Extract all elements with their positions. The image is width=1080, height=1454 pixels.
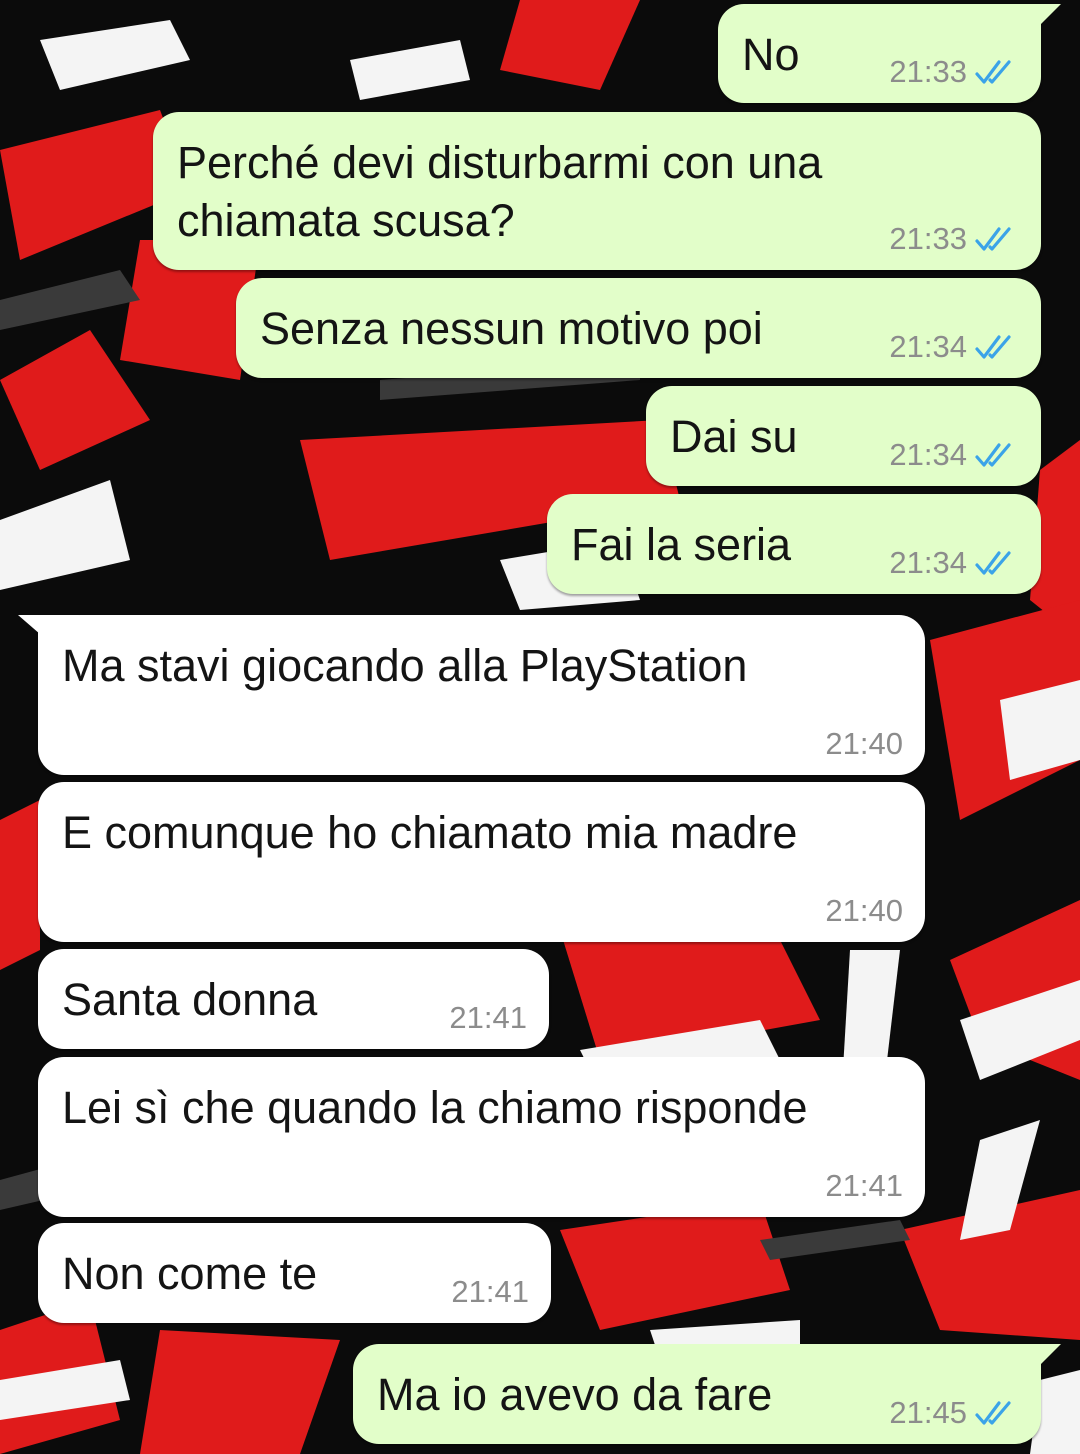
message-timestamp: 21:34 xyxy=(889,545,967,580)
message-meta: 21:41 xyxy=(449,1001,527,1035)
message-meta: 21:33 xyxy=(889,222,1019,256)
incoming-message-bubble[interactable]: Non come te 21:41 xyxy=(38,1223,551,1323)
double-check-read-icon xyxy=(975,227,1011,251)
message-meta: 21:45 xyxy=(889,1396,1019,1430)
outgoing-message-bubble[interactable]: Senza nessun motivo poi 21:34 xyxy=(236,278,1041,378)
message-timestamp: 21:33 xyxy=(889,221,967,256)
message-text: Lei sì che quando la chiamo risponde xyxy=(62,1082,808,1133)
message-timestamp: 21:40 xyxy=(825,893,903,928)
outgoing-message-bubble[interactable]: Ma io avevo da fare 21:45 xyxy=(353,1344,1061,1444)
message-timestamp: 21:41 xyxy=(825,1168,903,1203)
outgoing-message-bubble[interactable]: Dai su 21:34 xyxy=(646,386,1041,486)
message-timestamp: 21:34 xyxy=(889,437,967,472)
double-check-read-icon xyxy=(975,335,1011,359)
outgoing-message-bubble[interactable]: Fai la seria 21:34 xyxy=(547,494,1041,594)
outgoing-message-bubble[interactable]: No 21:33 xyxy=(718,4,1061,103)
message-meta: 21:41 xyxy=(451,1275,529,1309)
message-meta: 21:40 xyxy=(825,727,903,761)
message-meta: 21:34 xyxy=(889,330,1019,364)
incoming-message-bubble[interactable]: E comunque ho chiamato mia madre 21:40 xyxy=(38,782,925,942)
double-check-read-icon xyxy=(975,443,1011,467)
message-timestamp: 21:45 xyxy=(889,1395,967,1430)
outgoing-message-bubble[interactable]: Perché devi disturbarmi con una chiamata… xyxy=(153,112,1041,270)
message-timestamp: 21:41 xyxy=(451,1274,529,1309)
message-text: Ma stavi giocando alla PlayStation xyxy=(62,640,748,691)
bubble-tail xyxy=(18,615,48,641)
message-timestamp: 21:33 xyxy=(889,54,967,89)
message-text: Perché devi disturbarmi con una chiamata… xyxy=(177,137,823,246)
message-meta: 21:33 xyxy=(889,55,1019,89)
message-meta: 21:34 xyxy=(889,438,1019,472)
message-text: No xyxy=(742,29,800,80)
message-text: Ma io avevo da fare xyxy=(377,1369,773,1420)
message-text: Dai su xyxy=(670,411,798,462)
message-timestamp: 21:41 xyxy=(449,1000,527,1035)
message-text: Non come te xyxy=(62,1248,318,1299)
bubble-tail xyxy=(1031,1344,1061,1370)
message-timestamp: 21:34 xyxy=(889,329,967,364)
double-check-read-icon xyxy=(975,551,1011,575)
message-text: E comunque ho chiamato mia madre xyxy=(62,807,798,858)
double-check-read-icon xyxy=(975,1401,1011,1425)
bubble-tail xyxy=(1031,4,1061,30)
message-meta: 21:40 xyxy=(825,894,903,928)
double-check-read-icon xyxy=(975,60,1011,84)
message-text: Santa donna xyxy=(62,974,318,1025)
message-text: Senza nessun motivo poi xyxy=(260,303,763,354)
message-meta: 21:41 xyxy=(825,1169,903,1203)
incoming-message-bubble[interactable]: Ma stavi giocando alla PlayStation 21:40 xyxy=(18,615,925,775)
message-meta: 21:34 xyxy=(889,546,1019,580)
incoming-message-bubble[interactable]: Santa donna 21:41 xyxy=(38,949,549,1049)
message-text: Fai la seria xyxy=(571,519,792,570)
incoming-message-bubble[interactable]: Lei sì che quando la chiamo risponde 21:4… xyxy=(38,1057,925,1217)
message-timestamp: 21:40 xyxy=(825,726,903,761)
